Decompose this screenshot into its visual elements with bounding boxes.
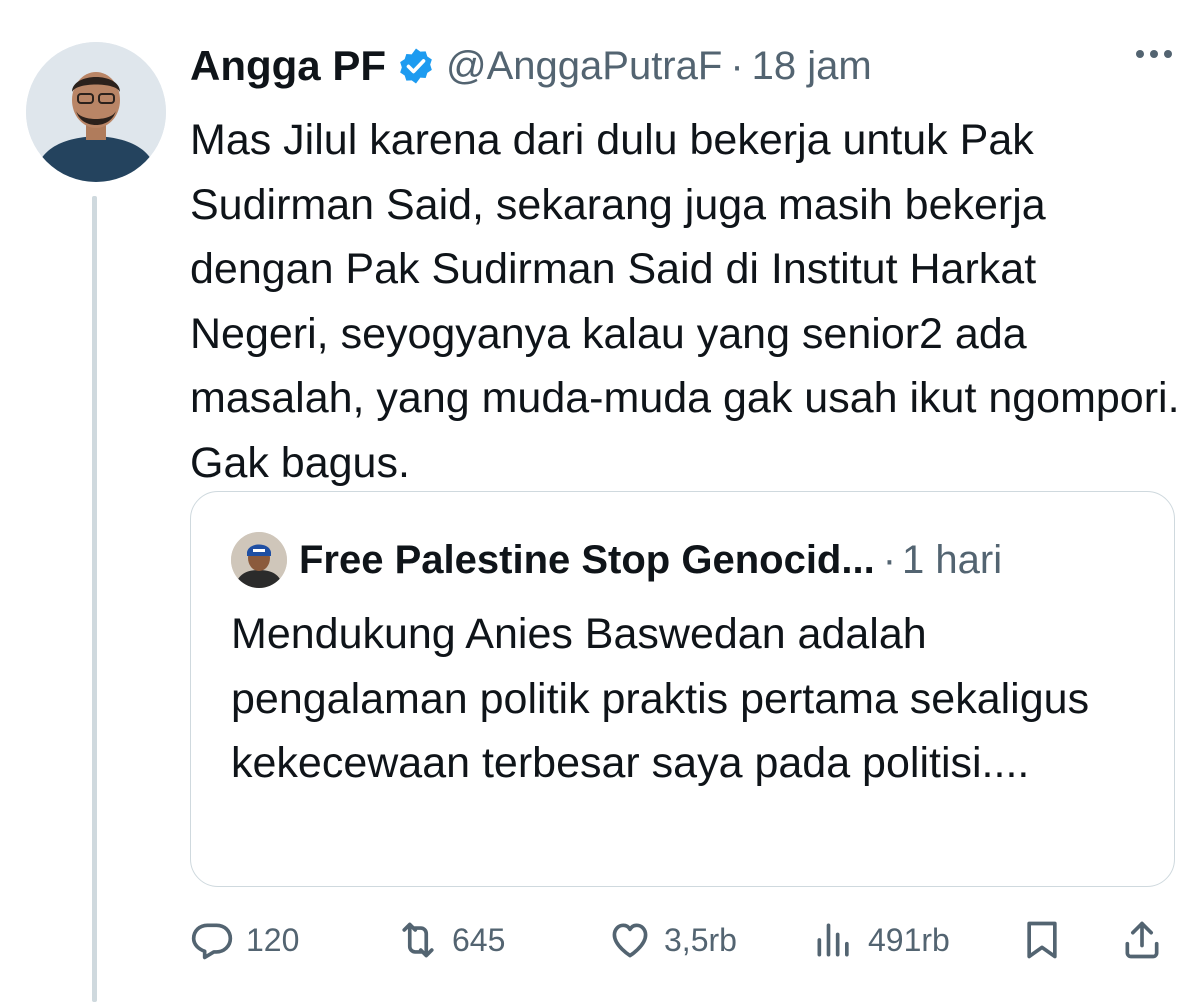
author-handle[interactable]: @AnggaPutraF xyxy=(446,44,722,89)
share-icon xyxy=(1125,921,1159,959)
bookmark-icon xyxy=(1027,921,1057,959)
tweet-header: Angga PF @AnggaPutraF · 18 jam xyxy=(190,38,872,94)
quoted-author-name: Free Palestine Stop Genocid... xyxy=(299,537,875,582)
like-button[interactable]: 3,5rb xyxy=(608,910,737,970)
verified-badge-icon xyxy=(400,48,432,84)
tweet-actions: 120 645 3,5rb 491rb xyxy=(190,910,1170,970)
quoted-tweet-header: Free Palestine Stop Genocid... · 1 hari xyxy=(231,532,1002,588)
quoted-separator-dot: · xyxy=(882,537,897,582)
views-chart-icon xyxy=(817,923,849,957)
repost-icon xyxy=(402,922,434,958)
tweet[interactable]: Angga PF @AnggaPutraF · 18 jam Mas Jilul… xyxy=(0,0,1200,1002)
tweet-text: Mas Jilul karena dari dulu bekerja untuk… xyxy=(190,116,1180,487)
more-dots-icon[interactable] xyxy=(1136,50,1172,58)
reply-icon xyxy=(191,923,233,960)
reply-count: 120 xyxy=(246,921,300,958)
quoted-tweet[interactable]: Free Palestine Stop Genocid... · 1 hari … xyxy=(190,491,1175,887)
author-name[interactable]: Angga PF xyxy=(190,42,386,90)
share-button[interactable] xyxy=(1120,910,1164,970)
thread-line xyxy=(92,196,97,1002)
quoted-author-avatar xyxy=(231,532,287,588)
author-avatar[interactable] xyxy=(26,42,166,182)
bookmark-button[interactable] xyxy=(1020,910,1064,970)
repost-count: 645 xyxy=(452,921,506,958)
views-button[interactable]: 491rb xyxy=(812,910,950,970)
repost-button[interactable]: 645 xyxy=(396,910,505,970)
heart-icon xyxy=(612,923,648,958)
separator-dot: · xyxy=(730,43,744,88)
reply-button[interactable]: 120 xyxy=(190,910,299,970)
tweet-timestamp[interactable]: 18 jam xyxy=(752,44,872,89)
quoted-timestamp: 1 hari xyxy=(902,537,1003,582)
like-count: 3,5rb xyxy=(664,921,737,958)
views-count: 491rb xyxy=(868,921,950,958)
quoted-tweet-text: Mendukung Anies Baswedan adalah pengalam… xyxy=(231,610,1090,787)
